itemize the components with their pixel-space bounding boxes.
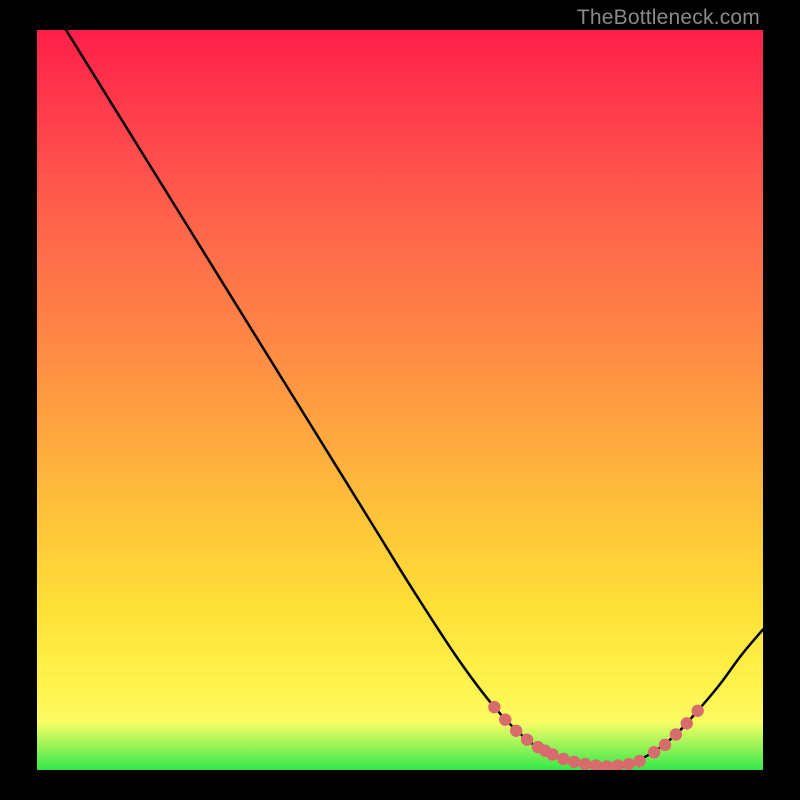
data-dot: [590, 759, 602, 770]
data-dot: [579, 758, 591, 770]
data-dot: [622, 758, 634, 770]
data-dot: [612, 759, 624, 770]
data-dot: [681, 717, 693, 729]
data-dot: [659, 739, 671, 751]
data-dot: [499, 713, 511, 725]
bottleneck-curve: [66, 30, 763, 766]
data-dot: [670, 728, 682, 740]
data-dot: [521, 733, 533, 745]
plot-area: [37, 30, 763, 770]
data-dot: [568, 756, 580, 768]
data-dot: [691, 705, 703, 717]
data-dot: [648, 746, 660, 758]
watermark-label: TheBottleneck.com: [577, 6, 760, 30]
data-dot: [546, 748, 558, 760]
chart-stage: TheBottleneck.com: [0, 0, 800, 800]
chart-svg: [37, 30, 763, 770]
data-dot: [510, 725, 522, 737]
data-dot: [633, 755, 645, 767]
data-dot: [488, 701, 500, 713]
data-dot: [557, 753, 569, 765]
data-dot: [601, 760, 613, 770]
